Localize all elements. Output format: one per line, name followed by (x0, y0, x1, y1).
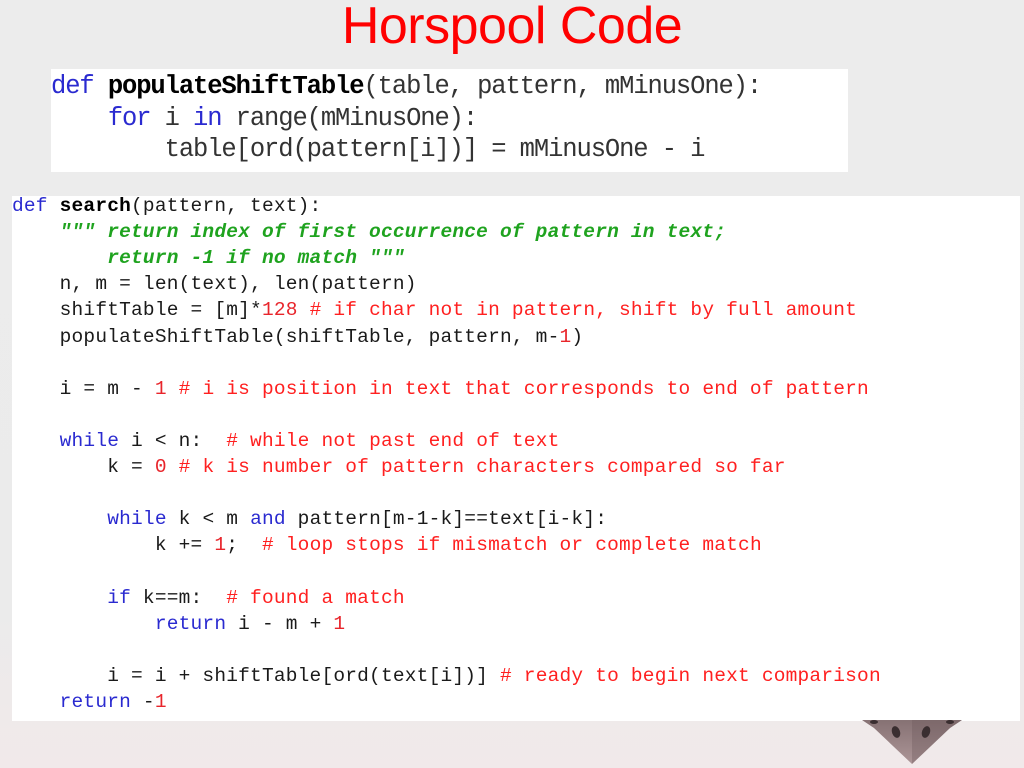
code-line: """ return index of first occurrence of … (12, 219, 726, 245)
code-line: populateShiftTable(shiftTable, pattern, … (12, 324, 584, 350)
code-token-kw: in (193, 103, 223, 133)
code-token-kw: for (107, 103, 152, 133)
code-token-com: # while not past end of text (226, 429, 560, 452)
code-token-kw: def (12, 195, 60, 217)
dice-icon (862, 720, 962, 764)
code-line: k = 0 # k is number of pattern character… (12, 454, 786, 480)
code-token-plain: i < n: (119, 429, 227, 452)
code-token-num: 1 (154, 377, 167, 400)
code-token-plain: shiftTable = [m]* (12, 299, 262, 322)
code-line: i = i + shiftTable[ord(text[i])] # ready… (12, 663, 881, 689)
slide-title: Horspool Code (341, 0, 683, 55)
code-token-kw: and (250, 508, 286, 531)
code-token-fn: populateShiftTable (107, 72, 365, 101)
code-token-plain: i = m - (12, 377, 155, 400)
code-line: n, m = len(text), len(pattern) (12, 271, 417, 297)
code-block-search: def search(pattern, text): """ return in… (12, 193, 1020, 721)
code-line: while i < n: # while not past end of tex… (12, 428, 560, 454)
code-token-kw: def (51, 72, 108, 101)
code-token-num: 1 (559, 325, 572, 348)
code-token-plain: k += (12, 534, 215, 557)
code-token-plain: k < m (166, 508, 251, 531)
code-token-plain: range(mMinusOne): (221, 103, 479, 133)
code-token-kw: while (59, 429, 120, 452)
code-token-num: 0 (154, 456, 167, 478)
code-line: table[ord(pattern[i])] = mMinusOne - i (51, 134, 706, 166)
code-line: return -1 (12, 689, 167, 715)
code-token-com: # i is position in text that corresponds… (166, 377, 869, 400)
code-token-kw: while (107, 508, 167, 531)
code-token-kw: if (107, 586, 132, 609)
code-token-num: 128 (261, 299, 298, 322)
code-token-plain: i - m + (226, 612, 334, 635)
code-line: while k < m and pattern[m-1-k]==text[i-k… (12, 506, 607, 532)
code-token-plain: k = (12, 456, 155, 478)
code-token-str: return -1 if no match """ (107, 247, 405, 270)
code-line: i = m - 1 # i is position in text that c… (12, 376, 869, 402)
code-line: return i - m + 1 (12, 611, 345, 637)
code-token-plain: n, m = len(text), len(pattern) (12, 273, 417, 296)
code-token-plain: i = i + shiftTable[ord(text[i])] (12, 664, 500, 687)
code-token-com: # found a match (226, 586, 405, 609)
code-token-num: 1 (214, 534, 227, 557)
code-token-num: 1 (333, 612, 346, 635)
code-token-com: # ready to begin next comparison (499, 664, 881, 687)
code-line: def populateShiftTable(table, pattern, m… (51, 71, 762, 103)
code-token-plain: (pattern, text): (131, 195, 322, 217)
code-token-kw: return (154, 612, 227, 635)
code-token-plain: - (131, 690, 155, 713)
code-token-str: """ return index of first occurrence of … (59, 221, 727, 244)
code-line: if k==m: # found a match (12, 585, 405, 611)
code-token-plain: i (150, 103, 194, 133)
code-block-populate-shift-table: def populateShiftTable(table, pattern, m… (51, 69, 848, 172)
code-line: shiftTable = [m]*128 # if char not in pa… (12, 297, 857, 323)
code-line: k += 1; # loop stops if mismatch or comp… (12, 532, 762, 558)
code-token-com: # k is number of pattern characters comp… (166, 456, 786, 478)
code-line: def search(pattern, text): (12, 193, 321, 219)
code-line: for i in range(mMinusOne): (51, 103, 479, 135)
code-token-com: # loop stops if mismatch or complete mat… (261, 534, 762, 557)
code-token-plain: ) (571, 325, 584, 348)
code-token-com: # if char not in pattern, shift by full … (297, 299, 858, 322)
code-token-plain: ; (226, 534, 262, 557)
code-token-plain: pattern[m-1-k]==text[i-k]: (285, 508, 608, 531)
code-token-num: 1 (154, 690, 167, 713)
code-token-kw: return (59, 690, 132, 713)
code-token-plain: k==m: (131, 586, 227, 609)
code-line: return -1 if no match """ (12, 245, 405, 271)
code-token-plain: populateShiftTable(shiftTable, pattern, … (12, 325, 560, 348)
code-token-plain: (table, pattern, mMinusOne): (363, 72, 762, 101)
code-token-plain: table[ord(pattern[i])] = mMinusOne - i (51, 135, 706, 164)
code-token-fn: search (59, 195, 132, 217)
